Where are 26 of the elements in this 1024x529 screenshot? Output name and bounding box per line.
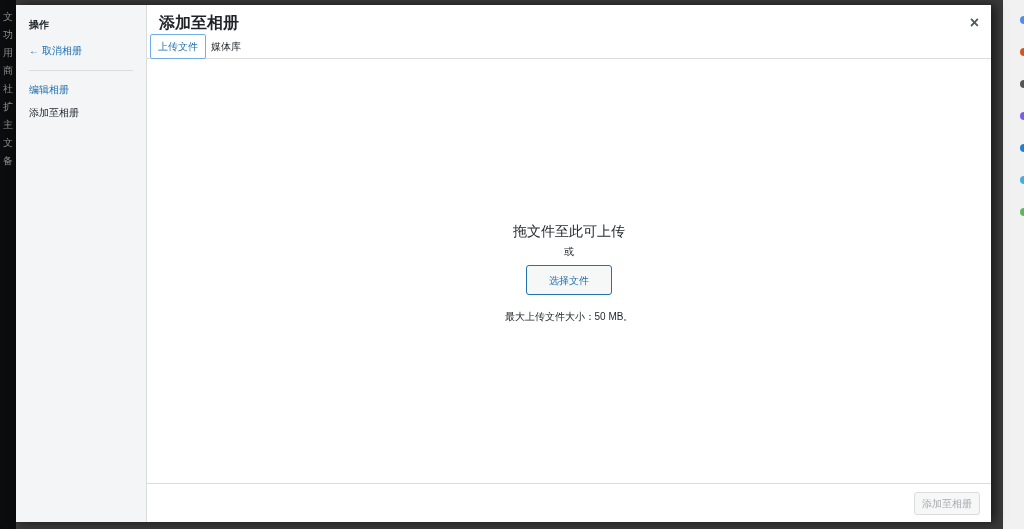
app-icon[interactable] [1020, 112, 1024, 120]
app-icon[interactable] [1020, 144, 1024, 152]
admin-menu-item[interactable]: 主 [0, 116, 14, 134]
app-icon[interactable] [1020, 80, 1024, 88]
select-files-button[interactable]: 选择文件 [526, 265, 612, 295]
admin-menu-item[interactable]: 商 [0, 62, 14, 80]
sidebar-menu-item[interactable]: 编辑相册 [29, 83, 133, 97]
or-text: 或 [564, 245, 574, 259]
admin-menu-item[interactable]: 功 [0, 26, 14, 44]
tab[interactable]: 媒体库 [208, 34, 244, 59]
admin-menu-item[interactable]: 社 [0, 80, 14, 98]
max-upload-size: 最大上传文件大小：50 MB。 [504, 310, 634, 324]
admin-menu-item[interactable]: 扩 [0, 98, 14, 116]
app-icon[interactable] [1020, 16, 1024, 24]
admin-menu-item[interactable]: 文 [0, 8, 14, 26]
app-icon[interactable] [1020, 48, 1024, 56]
sidebar-heading: 操作 [29, 18, 50, 32]
close-button[interactable]: × [969, 14, 979, 32]
admin-menu-item[interactable]: 用 [0, 44, 14, 62]
tab[interactable]: 上传文件 [150, 34, 206, 59]
modal-title: 添加至相册 [159, 13, 239, 33]
admin-menu-item[interactable]: 文 [0, 134, 14, 152]
admin-menu-item[interactable]: 备 [0, 152, 14, 170]
sidebar-menu-item[interactable]: 添加至相册 [29, 106, 133, 120]
cancel-link[interactable]: ← 取消相册 [29, 44, 133, 58]
drop-instructions: 拖文件至此可上传 [513, 222, 625, 240]
